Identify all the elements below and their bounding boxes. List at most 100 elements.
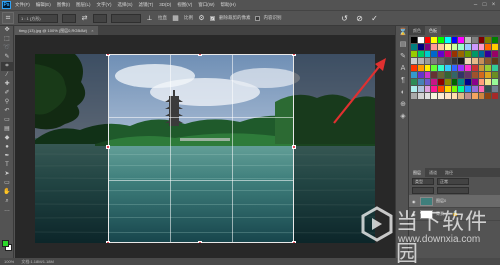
- color-swatch[interactable]: [485, 51, 492, 57]
- color-swatch[interactable]: [485, 44, 492, 50]
- color-swatch[interactable]: [411, 93, 417, 99]
- color-swatch[interactable]: [485, 93, 492, 99]
- lasso-tool-icon[interactable]: ➰: [1, 44, 13, 53]
- color-swatch[interactable]: [478, 93, 485, 99]
- clear-field[interactable]: [111, 13, 141, 23]
- color-swatch[interactable]: [458, 44, 465, 50]
- menu-help[interactable]: 帮助(H): [221, 0, 236, 10]
- eraser-tool-icon[interactable]: ▭: [1, 116, 13, 125]
- menu-type[interactable]: 文字(Y): [97, 0, 112, 10]
- color-swatch[interactable]: [465, 51, 471, 57]
- tab-layers[interactable]: 图层: [409, 168, 425, 177]
- color-swatch[interactable]: [458, 72, 465, 78]
- color-swatch[interactable]: [492, 65, 498, 71]
- color-swatch[interactable]: [458, 58, 465, 64]
- crop-handle-left[interactable]: [106, 145, 110, 149]
- color-swatch[interactable]: [492, 93, 498, 99]
- color-swatch[interactable]: [465, 72, 471, 78]
- color-swatch[interactable]: [424, 65, 431, 71]
- brush-tool-icon[interactable]: ✐: [1, 89, 13, 98]
- tab-paths[interactable]: 路径: [441, 168, 457, 177]
- move-tool-icon[interactable]: ✥: [1, 26, 13, 35]
- color-swatch[interactable]: [478, 37, 485, 43]
- properties-panel-icon[interactable]: ▤: [397, 39, 409, 50]
- clone-stamp-tool-icon[interactable]: ⚲: [1, 98, 13, 107]
- blur-tool-icon[interactable]: ◆: [1, 134, 13, 143]
- maximize-icon[interactable]: □: [480, 1, 489, 9]
- history-brush-tool-icon[interactable]: ↶: [1, 107, 13, 116]
- settings-gear-icon[interactable]: ⚙: [197, 14, 206, 23]
- color-swatch[interactable]: [424, 72, 431, 78]
- color-swatch[interactable]: [431, 51, 438, 57]
- color-swatch[interactable]: [492, 86, 498, 92]
- ratio-select[interactable]: 1 : 1 (方形): [18, 13, 58, 23]
- color-swatch[interactable]: [431, 72, 438, 78]
- quick-select-tool-icon[interactable]: ✎: [1, 53, 13, 62]
- menu-filter[interactable]: 滤镜(T): [139, 0, 154, 10]
- color-swatch[interactable]: [458, 51, 465, 57]
- color-swatch[interactable]: [417, 44, 424, 50]
- history-panel-icon[interactable]: ⌛: [397, 27, 409, 38]
- color-swatch[interactable]: [451, 93, 458, 99]
- color-swatch[interactable]: [471, 58, 478, 64]
- color-swatch[interactable]: [411, 58, 417, 64]
- color-swatch[interactable]: [478, 58, 485, 64]
- color-swatch[interactable]: [451, 58, 458, 64]
- color-swatch[interactable]: [438, 86, 444, 92]
- color-swatch[interactable]: [411, 79, 417, 85]
- menu-file[interactable]: 文件(F): [15, 0, 30, 10]
- shape-tool-icon[interactable]: ▭: [1, 179, 13, 188]
- color-swatch[interactable]: [451, 65, 458, 71]
- color-swatch[interactable]: [431, 93, 438, 99]
- color-swatch[interactable]: [411, 65, 417, 71]
- crop-handle-top-right[interactable]: [292, 54, 296, 56]
- color-swatch[interactable]: [465, 37, 471, 43]
- crop-handle-top[interactable]: [198, 54, 202, 56]
- color-swatch[interactable]: [444, 79, 451, 85]
- adjustments-panel-icon[interactable]: ◐: [397, 87, 409, 98]
- color-swatch[interactable]: [492, 72, 498, 78]
- color-swatch[interactable]: [478, 44, 485, 50]
- overlay-grid-icon[interactable]: ▦: [171, 14, 180, 23]
- color-swatch[interactable]: [444, 37, 451, 43]
- color-swatch[interactable]: [438, 79, 444, 85]
- color-swatch[interactable]: [485, 65, 492, 71]
- width-field[interactable]: [62, 13, 76, 23]
- color-swatch[interactable]: [465, 65, 471, 71]
- color-swatch[interactable]: [417, 86, 424, 92]
- type-tool-icon[interactable]: T: [1, 161, 13, 170]
- menu-layer[interactable]: 图层(L): [76, 0, 91, 10]
- path-select-tool-icon[interactable]: ➤: [1, 170, 13, 179]
- color-swatch[interactable]: [458, 37, 465, 43]
- color-swatch[interactable]: [438, 58, 444, 64]
- photo-canvas[interactable]: [35, 54, 375, 243]
- layer-kind-select[interactable]: 类型: [412, 178, 434, 185]
- crop-handle-bottom-left[interactable]: [106, 241, 110, 243]
- color-swatch[interactable]: [451, 37, 458, 43]
- color-swatch[interactable]: [485, 37, 492, 43]
- tab-channels[interactable]: 通道: [425, 168, 441, 177]
- color-swatch[interactable]: [431, 58, 438, 64]
- color-swatch[interactable]: [471, 72, 478, 78]
- menu-view[interactable]: 视图(V): [177, 0, 192, 10]
- color-swatch[interactable]: [424, 44, 431, 50]
- color-swatch[interactable]: [478, 86, 485, 92]
- color-swatch[interactable]: [478, 65, 485, 71]
- hand-tool-icon[interactable]: ✋: [1, 188, 13, 197]
- color-swatch[interactable]: [458, 79, 465, 85]
- color-swatch[interactable]: [465, 58, 471, 64]
- color-swatch[interactable]: [465, 44, 471, 50]
- color-swatch[interactable]: [465, 86, 471, 92]
- tab-color[interactable]: 颜色: [409, 26, 425, 35]
- menu-window[interactable]: 窗口(W): [198, 0, 214, 10]
- color-swatch[interactable]: [431, 65, 438, 71]
- color-swatch[interactable]: [444, 93, 451, 99]
- crop-tool-icon[interactable]: ⌗: [1, 62, 13, 71]
- color-swatch[interactable]: [492, 51, 498, 57]
- color-swatch[interactable]: [471, 51, 478, 57]
- color-swatch[interactable]: [485, 72, 492, 78]
- color-swatch[interactable]: [458, 65, 465, 71]
- lock-options[interactable]: [412, 187, 434, 194]
- color-swatch[interactable]: [411, 37, 417, 43]
- delete-pixels-checkbox[interactable]: ✓: [210, 15, 215, 21]
